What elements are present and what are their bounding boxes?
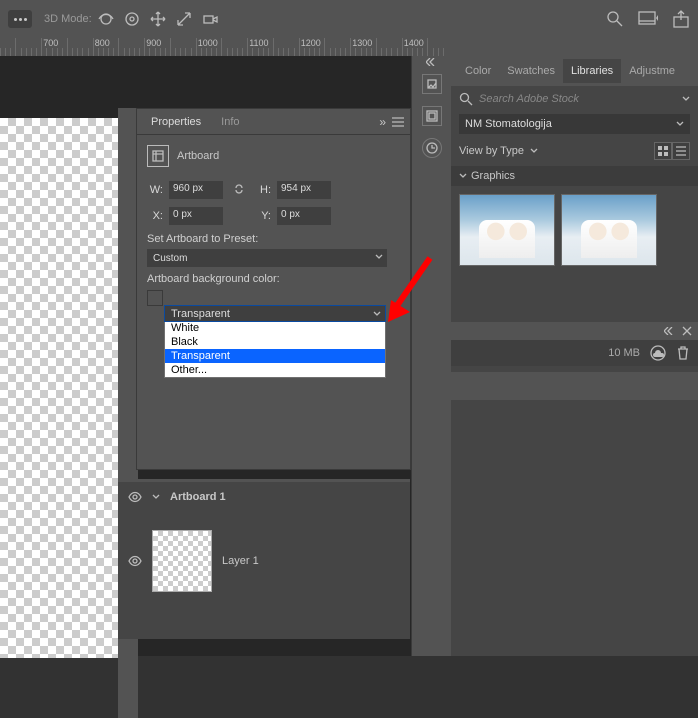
chevron-down-icon: [375, 253, 383, 261]
layer-name: Layer 1: [222, 555, 259, 567]
search-input[interactable]: Search Adobe Stock: [479, 93, 676, 105]
grid-view-button[interactable]: [654, 142, 672, 160]
section-label: Graphics: [471, 170, 515, 182]
tab-swatches[interactable]: Swatches: [499, 59, 563, 83]
height-input[interactable]: 954 px: [277, 181, 331, 199]
layer-thumbnail[interactable]: [152, 530, 212, 592]
share-icon[interactable]: [672, 10, 690, 28]
y-label: Y:: [255, 210, 271, 222]
bg-color-dropdown[interactable]: Transparent WhiteBlackTransparentOther..…: [164, 305, 386, 378]
chevron-down-icon: [676, 120, 684, 128]
collapsed-panel-dock: [411, 56, 451, 656]
chevron-down-icon: [459, 172, 467, 180]
width-input[interactable]: 960 px: [169, 181, 223, 199]
chevron-left-icon[interactable]: [664, 327, 676, 335]
x-label: X:: [147, 210, 163, 222]
cloud-icon[interactable]: [650, 345, 666, 361]
mode-label: 3D Mode:: [44, 13, 92, 25]
bg-color-selected[interactable]: Transparent: [164, 305, 386, 322]
search-icon[interactable]: [459, 92, 473, 106]
screen-mode-icon[interactable]: [638, 11, 658, 27]
bg-color-option[interactable]: White: [165, 321, 385, 335]
bg-color-swatch[interactable]: [147, 290, 163, 306]
panel-menu-icon[interactable]: [392, 117, 404, 127]
chevron-down-icon: [373, 310, 381, 318]
layer-row-child[interactable]: Layer 1: [118, 512, 410, 610]
search-icon[interactable]: [606, 10, 624, 28]
viewby-label[interactable]: View by Type: [459, 145, 524, 157]
library-name: NM Stomatologija: [465, 118, 552, 130]
tab-color[interactable]: Color: [457, 59, 499, 83]
chevron-down-icon[interactable]: [530, 147, 538, 155]
horizontal-ruler: 70080090010001100120013001400: [0, 38, 698, 56]
artboard-canvas[interactable]: [0, 118, 118, 658]
chevron-down-icon[interactable]: [152, 493, 160, 501]
bg-color-option[interactable]: Black: [165, 335, 385, 349]
x-input[interactable]: 0 px: [169, 207, 223, 225]
dock-icon-1[interactable]: [422, 74, 442, 94]
scale-icon[interactable]: [176, 11, 192, 27]
dock-icon-2[interactable]: [422, 106, 442, 126]
bg-color-option[interactable]: Transparent: [165, 349, 385, 363]
chevron-left-icon[interactable]: [426, 58, 438, 66]
dock-icon-3[interactable]: [422, 138, 442, 158]
layers-panel: Artboard 1 Layer 1: [118, 479, 410, 639]
sync-size: 10 MB: [608, 347, 640, 359]
camera-icon[interactable]: [202, 11, 218, 27]
right-panel-tabs: ColorSwatchesLibrariesAdjustme: [451, 56, 698, 86]
app-menu-button[interactable]: [8, 10, 32, 28]
preset-label: Set Artboard to Preset:: [147, 233, 400, 245]
library-item[interactable]: [459, 194, 555, 266]
orbit-icon[interactable]: [98, 11, 114, 27]
preset-dropdown[interactable]: Custom: [147, 249, 387, 267]
close-icon[interactable]: [682, 326, 692, 336]
view-icon[interactable]: [124, 11, 140, 27]
list-view-button[interactable]: [672, 142, 690, 160]
artboard-icon: [147, 145, 169, 167]
visibility-icon[interactable]: [128, 554, 142, 568]
y-input[interactable]: 0 px: [277, 207, 331, 225]
move-icon[interactable]: [150, 11, 166, 27]
panel-expand-icon[interactable]: »: [379, 115, 386, 129]
layer-row-artboard[interactable]: Artboard 1: [118, 482, 410, 512]
right-panel-group: ColorSwatchesLibrariesAdjustme Search Ad…: [451, 56, 698, 656]
mode-icons: [98, 11, 218, 27]
library-dropdown[interactable]: NM Stomatologija: [459, 114, 690, 134]
bg-color-option-list: WhiteBlackTransparentOther...: [165, 321, 385, 377]
library-item[interactable]: [561, 194, 657, 266]
tab-info[interactable]: Info: [211, 112, 249, 132]
properties-panel: Properties Info » Artboard W: 960 px H: …: [136, 108, 411, 470]
artboard-name: Artboard 1: [170, 491, 226, 503]
w-label: W:: [147, 184, 163, 196]
tab-libraries[interactable]: Libraries: [563, 59, 621, 83]
artboard-type-label: Artboard: [177, 150, 219, 162]
annotation-arrow: [388, 252, 436, 322]
link-wh-icon[interactable]: [233, 183, 245, 198]
visibility-icon[interactable]: [128, 490, 142, 504]
tab-adjustme[interactable]: Adjustme: [621, 59, 683, 83]
trash-icon[interactable]: [676, 346, 690, 360]
h-label: H:: [255, 184, 271, 196]
bg-color-option[interactable]: Other...: [165, 363, 385, 377]
preset-value: Custom: [153, 253, 187, 264]
section-graphics[interactable]: Graphics: [451, 166, 698, 186]
tab-properties[interactable]: Properties: [141, 112, 211, 132]
bg-color-label: Artboard background color:: [147, 273, 400, 285]
chevron-down-icon[interactable]: [682, 95, 690, 103]
